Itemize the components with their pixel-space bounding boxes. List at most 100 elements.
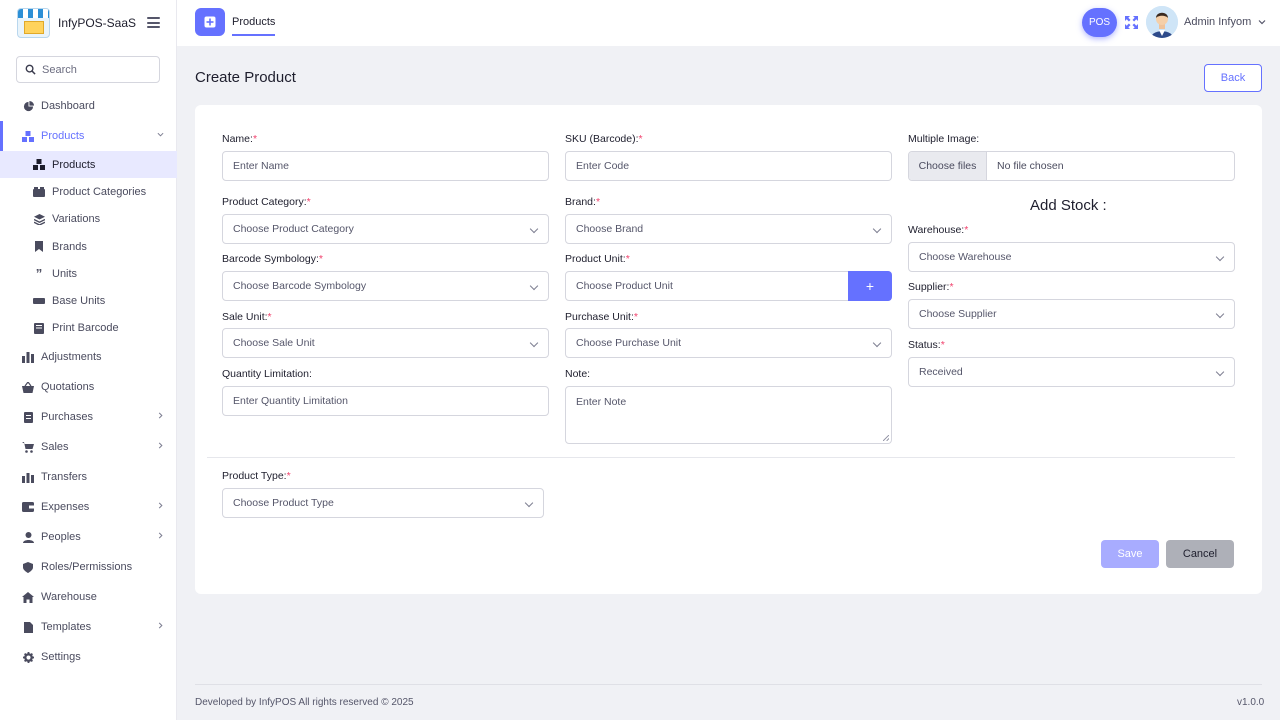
sidebar-item-quotations[interactable]: Quotations (0, 372, 177, 402)
supplier-select[interactable]: Choose Supplier (908, 299, 1235, 329)
sidebar-subitem-variations[interactable]: Variations (0, 206, 177, 233)
sidebar-item-peoples[interactable]: Peoples (0, 522, 177, 552)
sidebar-item-label: Print Barcode (52, 322, 119, 335)
sidebar-item-label: Product Categories (52, 185, 147, 198)
brand-select[interactable]: Choose Brand (565, 214, 892, 244)
sidebar-item-templates[interactable]: Templates (0, 612, 177, 642)
warehouse-label: Warehouse:* (908, 224, 969, 236)
product-category-select[interactable]: Choose Product Category (222, 214, 549, 244)
sidebar-item-label: Variations (52, 213, 101, 226)
chevron-right-icon (158, 412, 163, 419)
footer-version: v1.0.0 (1237, 697, 1265, 708)
quantity-limitation-input[interactable]: Enter Quantity Limitation (222, 386, 549, 416)
products-icon (33, 159, 45, 171)
sale-unit-select[interactable]: Choose Sale Unit (222, 328, 549, 358)
user-name[interactable]: Admin Infyom (1184, 16, 1251, 28)
sidebar-item-products[interactable]: Products (0, 121, 177, 151)
sidebar-subitem-units[interactable]: ” Units (0, 260, 177, 287)
sidebar-subitem-base-units[interactable]: Base Units (0, 287, 177, 314)
sidebar-item-transfers[interactable]: Transfers (0, 462, 177, 492)
choose-files-button[interactable]: Choose files (909, 152, 987, 180)
footer-copyright: Developed by InfyPOS All rights reserved… (195, 697, 414, 708)
products-icon (22, 130, 34, 142)
divider (207, 457, 1235, 458)
sidebar-item-label: Brands (52, 240, 87, 253)
name-input[interactable]: Enter Name (222, 151, 549, 181)
create-product-form: Name:* Enter Name SKU (Barcode):* Enter … (195, 105, 1262, 594)
sidebar-item-label: Warehouse (41, 591, 97, 604)
add-unit-button[interactable]: + (848, 271, 892, 301)
sidebar-item-purchases[interactable]: Purchases (0, 402, 177, 432)
sku-input[interactable]: Enter Code (565, 151, 892, 181)
product-type-label: Product Type:* (222, 470, 291, 482)
sidebar-subitem-products[interactable]: Products (0, 151, 177, 179)
pos-button[interactable]: POS (1082, 8, 1117, 37)
sidebar-item-label: Roles/Permissions (41, 561, 133, 574)
wallet-icon (22, 501, 34, 513)
variations-icon (33, 213, 45, 225)
save-button[interactable]: Save (1101, 540, 1159, 568)
top-header: Products POS Admin Infyom (177, 0, 1280, 46)
status-select[interactable]: Received (908, 357, 1235, 387)
note-textarea[interactable]: Enter Note (565, 386, 892, 444)
add-box-icon[interactable] (195, 8, 225, 36)
sidebar-subitem-print-barcode[interactable]: Print Barcode (0, 315, 177, 342)
tab-products[interactable]: Products (232, 16, 276, 36)
user-icon (22, 531, 34, 543)
dashboard-icon (22, 100, 34, 112)
print-icon (33, 322, 45, 334)
sidebar-item-roles-permissions[interactable]: Roles/Permissions (0, 552, 177, 582)
search-box[interactable] (16, 56, 160, 83)
app-name: InfyPOS-SaaS (58, 16, 137, 30)
quote-icon: ” (35, 265, 43, 281)
product-unit-select[interactable]: Choose Product Unit (565, 271, 849, 301)
bookmark-icon (33, 241, 45, 253)
product-category-label: Product Category:* (222, 196, 311, 208)
note-label: Note: (565, 368, 591, 380)
multiple-image-input[interactable]: Choose files No file chosen (908, 151, 1235, 181)
chevron-down-icon[interactable] (1258, 18, 1266, 26)
fullscreen-icon[interactable] (1125, 16, 1138, 29)
sidebar-item-label: Templates (41, 621, 92, 634)
receipt-icon (22, 411, 34, 423)
sidebar-item-label: Transfers (41, 471, 88, 484)
sidebar-item-label: Products (41, 130, 85, 142)
back-button[interactable]: Back (1204, 64, 1262, 92)
sidebar-subitem-product-categories[interactable]: Product Categories (0, 178, 177, 205)
categories-icon (33, 186, 45, 198)
sidebar-item-adjustments[interactable]: Adjustments (0, 342, 177, 372)
add-stock-heading: Add Stock : (1030, 197, 1107, 214)
supplier-label: Supplier:* (908, 281, 954, 293)
chevron-right-icon (158, 442, 163, 449)
barcode-symbology-label: Barcode Symbology:* (222, 253, 323, 265)
store-logo-icon (17, 8, 50, 38)
sidebar-item-label: Expenses (41, 501, 90, 514)
sidebar-item-warehouse[interactable]: Warehouse (0, 582, 177, 612)
search-input[interactable] (42, 63, 152, 76)
sidebar-item-dashboard[interactable]: Dashboard (0, 91, 177, 121)
brand-label: Brand:* (565, 196, 601, 208)
barcode-symbology-select[interactable]: Choose Barcode Symbology (222, 271, 549, 301)
sidebar-item-label: Quotations (41, 381, 95, 394)
chevron-right-icon (158, 622, 163, 629)
gear-icon (22, 651, 34, 663)
file-icon (22, 621, 34, 633)
sidebar-item-label: Purchases (41, 411, 93, 424)
sidebar-item-settings[interactable]: Settings (0, 642, 177, 672)
sidebar-subitem-brands[interactable]: Brands (0, 233, 177, 260)
purchase-unit-select[interactable]: Choose Purchase Unit (565, 328, 892, 358)
sidebar-item-label: Base Units (52, 295, 106, 308)
avatar[interactable] (1146, 6, 1178, 38)
adjustments-icon (22, 351, 34, 363)
sku-label: SKU (Barcode):* (565, 133, 643, 145)
sidebar-item-expenses[interactable]: Expenses (0, 492, 177, 522)
purchase-unit-label: Purchase Unit:* (565, 311, 638, 323)
menu-toggle-icon[interactable] (147, 17, 160, 28)
product-type-select[interactable]: Choose Product Type (222, 488, 544, 518)
transfer-icon (22, 471, 34, 483)
cancel-button[interactable]: Cancel (1166, 540, 1234, 568)
home-icon (22, 591, 34, 603)
page-title: Create Product (195, 69, 296, 86)
warehouse-select[interactable]: Choose Warehouse (908, 242, 1235, 272)
sidebar-item-sales[interactable]: Sales (0, 432, 177, 462)
